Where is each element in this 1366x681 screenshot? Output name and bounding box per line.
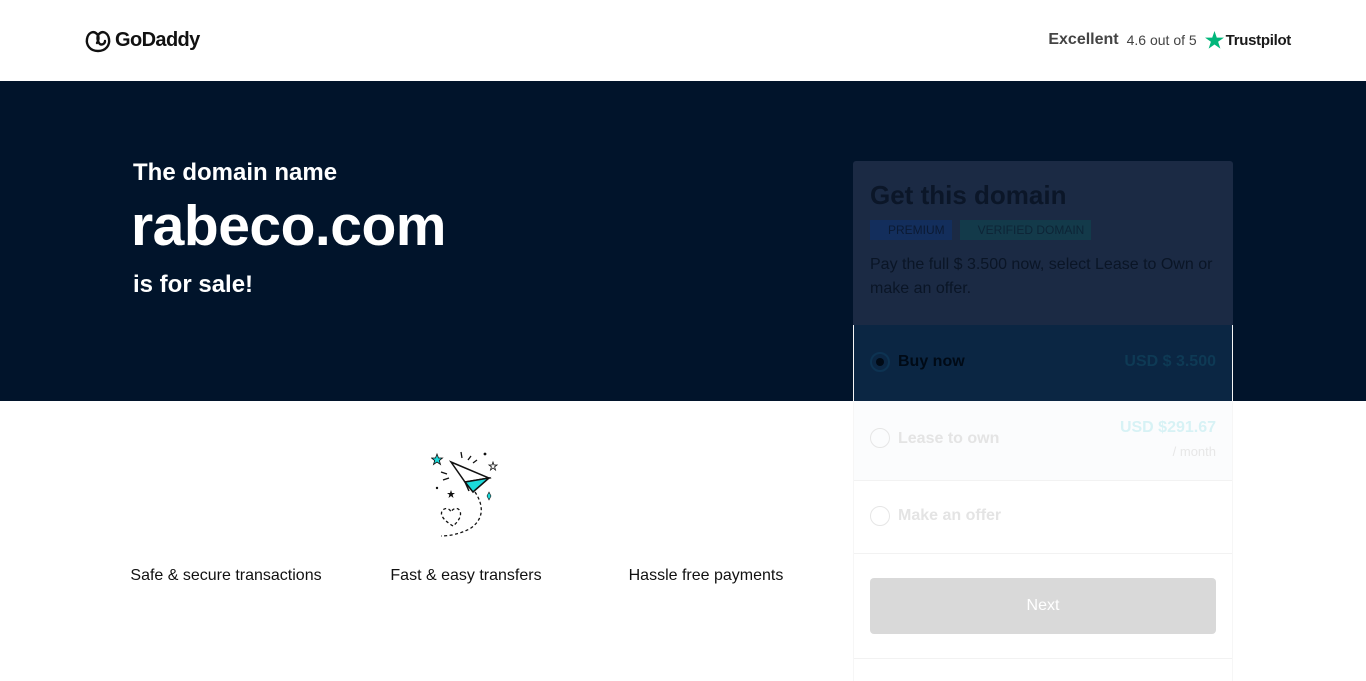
next-button[interactable]: Next [870,578,1216,634]
godaddy-logo-icon [85,31,111,53]
badge-row: PREMIUM VERIFIED DOMAIN [870,220,1099,240]
option-label: Buy now [898,353,965,370]
godaddy-logo[interactable]: GoDaddy [84,27,200,53]
trustpilot-brand: Trustpilot [1225,31,1292,49]
hero-pre-text: The domain name [133,159,338,186]
lease-to-own-radio[interactable] [870,428,890,448]
option-price: USD $291.67 [1119,419,1216,436]
feature-transfers: Fast & easy transfers [346,440,586,640]
card-header: Get this domain PREMIUM VERIFIED DOMAIN … [853,161,1233,325]
top-bar: GoDaddy Excellent 4.6 out of 5 Trustpilo… [0,0,1366,81]
feature-secure: Safe & secure transactions [106,440,346,640]
card-title: Get this domain [870,180,1067,210]
trustpilot-widget[interactable]: Excellent 4.6 out of 5 Trustpilot [1048,28,1291,52]
card-border-right [1232,325,1233,681]
option-label: Make an offer [898,507,1002,524]
trust-score: 4.6 out of 5 [1126,32,1197,48]
feature-label: Fast & easy transfers [390,567,542,584]
buy-now-radio[interactable] [870,352,890,372]
option-make-offer[interactable]: Make an offer [853,481,1233,554]
paper-plane-icon [431,451,499,537]
purchase-card: Get this domain PREMIUM VERIFIED DOMAIN … [853,161,1233,681]
trust-rating: Excellent [1048,31,1119,48]
option-lease-to-own[interactable]: Lease to own USD $291.67 / month [853,401,1233,481]
hero-post-text: is for sale! [133,271,254,298]
card-description: Pay the full $ 3.500 now, select Lease t… [870,256,1213,297]
feature-payments: Hassle free payments [586,440,826,640]
feature-label: Hassle free payments [628,567,784,584]
trustpilot-star-icon [1204,31,1224,49]
premium-badge: PREMIUM [870,220,952,240]
logo-text: GoDaddy [115,28,200,51]
hero-domain-name: rabeco.com [131,194,446,258]
option-price: USD $ 3.500 [1124,353,1216,370]
make-offer-radio[interactable] [870,506,890,526]
card-border-left [853,325,854,681]
verified-badge: VERIFIED DOMAIN [959,220,1092,240]
option-price-period: / month [1172,444,1216,459]
option-buy-now[interactable]: Buy now USD $ 3.500 [853,325,1233,401]
option-label: Lease to own [898,430,1000,447]
card-divider [853,658,1233,659]
feature-label: Safe & secure transactions [130,567,322,584]
features-row: Safe & secure transactions Fast & easy t… [106,440,826,640]
